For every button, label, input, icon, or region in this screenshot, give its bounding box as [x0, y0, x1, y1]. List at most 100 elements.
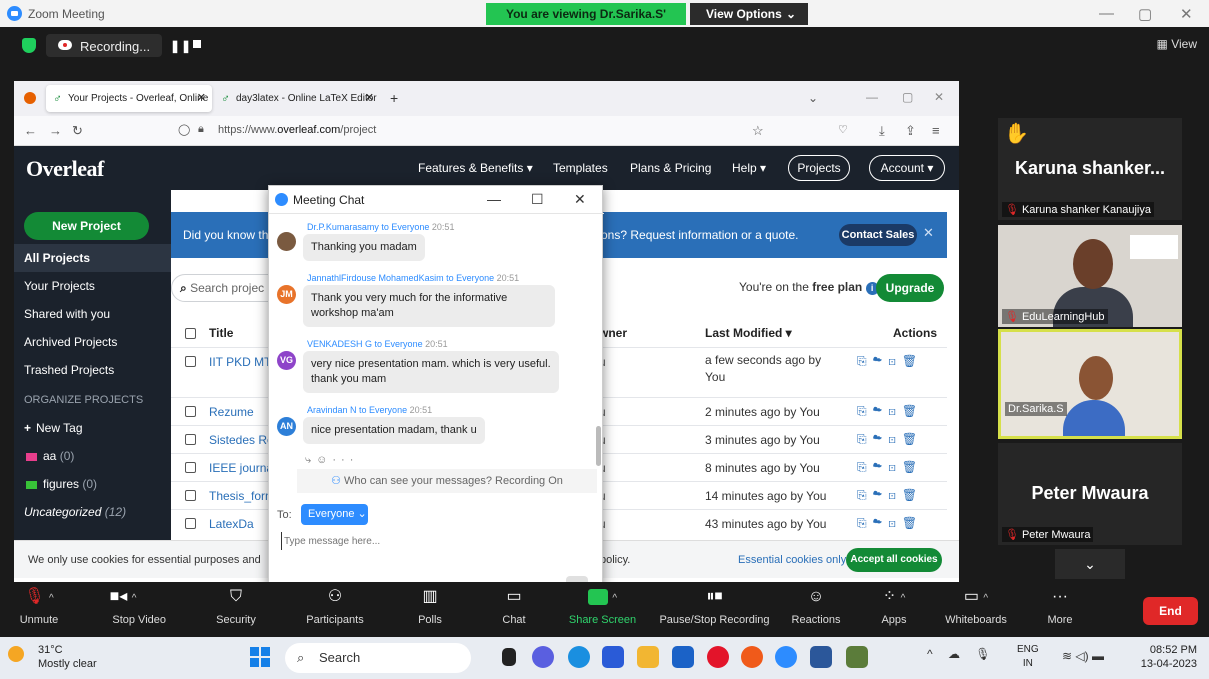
taskbar-clock[interactable]: 08:52 PM 13-04-2023	[1135, 643, 1197, 671]
row-checkbox[interactable]	[185, 518, 196, 529]
share-icon[interactable]: ⇪	[905, 123, 916, 139]
security-button[interactable]: ⛉ Security	[205, 582, 267, 637]
mail-icon[interactable]	[672, 646, 694, 668]
active-speaker-tile[interactable]: Dr.Sarika.S	[998, 329, 1182, 439]
project-actions[interactable]: ⎘☁⊡🗑︎	[857, 516, 923, 531]
reactions-button[interactable]: ☺ Reactions	[787, 582, 845, 637]
chat-close-icon[interactable]: ✕	[574, 191, 586, 208]
chat-scrollbar[interactable]	[596, 426, 601, 466]
language-indicator[interactable]: ENG IN	[1017, 643, 1039, 671]
nav-features[interactable]: Features & Benefits ▾	[418, 161, 533, 175]
apps-button[interactable]: ⁘ ^ Apps	[870, 582, 918, 637]
nav-help[interactable]: Help ▾	[732, 161, 766, 175]
tag-item-aa[interactable]: aa (0)	[14, 442, 171, 470]
pause-stop-recording-button[interactable]: ⏸⏹ Pause/Stop Recording	[652, 582, 777, 637]
taskbar-search[interactable]: ⌕ Search	[285, 643, 471, 673]
row-checkbox[interactable]	[185, 434, 196, 445]
minimize-icon[interactable]: —	[1099, 5, 1114, 22]
sidebar-item-your-projects[interactable]: Your Projects	[14, 272, 171, 300]
project-title-link[interactable]: Sistedes Re	[209, 433, 274, 447]
project-actions[interactable]: ⎘☁⊡🗑︎	[857, 432, 923, 447]
stop-video-button[interactable]: ■◂ ^ Stop Video	[68, 582, 178, 637]
recipient-dropdown[interactable]: Everyone ⌄	[301, 504, 368, 525]
tab-day3latex[interactable]: ♂ day3latex - Online LaTeX Editor ✕	[214, 85, 380, 112]
tab-list-icon[interactable]: ⌄	[808, 91, 818, 105]
uncategorized-item[interactable]: Uncategorized (12)	[14, 498, 171, 526]
new-tag-button[interactable]: + New Tag	[14, 414, 171, 442]
row-checkbox[interactable]	[185, 490, 196, 501]
tag-item-figures[interactable]: figures (0)	[14, 470, 171, 498]
end-meeting-button[interactable]: End	[1143, 597, 1198, 625]
view-options-button[interactable]: View Options ⌄	[690, 3, 808, 25]
dismiss-banner-icon[interactable]: ✕	[923, 225, 934, 241]
back-icon[interactable]: ←	[24, 123, 37, 138]
file-explorer-icon[interactable]	[637, 646, 659, 668]
chat-button[interactable]: ▭ Chat	[492, 582, 536, 637]
zoom-taskbar-icon[interactable]	[775, 646, 797, 668]
row-checkbox[interactable]	[185, 406, 196, 417]
project-title-link[interactable]: IEEE journa	[209, 461, 273, 475]
browser-minimize-icon[interactable]: —	[866, 90, 878, 104]
bookmark-star-icon[interactable]: ☆	[752, 123, 764, 139]
message-tools[interactable]: ⤷☺···	[305, 454, 358, 467]
column-last-modified[interactable]: Last Modified ▾	[705, 326, 792, 340]
cookie-policy-link[interactable]: policy.	[600, 554, 630, 566]
participants-button[interactable]: ⚇ Participants	[295, 582, 375, 637]
word-icon[interactable]	[810, 646, 832, 668]
expand-participants-button[interactable]: ⌄	[1055, 549, 1125, 579]
stop-recording-button[interactable]	[193, 40, 201, 48]
task-view-icon[interactable]	[502, 648, 516, 666]
firefox-taskbar-icon[interactable]	[741, 646, 763, 668]
sidebar-item-shared[interactable]: Shared with you	[14, 300, 171, 328]
browser-restore-icon[interactable]: ▢	[902, 90, 913, 104]
start-windows-icon[interactable]	[250, 647, 270, 667]
close-tab-icon[interactable]: ✕	[365, 85, 374, 112]
pocket-icon[interactable]: ♡	[838, 123, 848, 136]
participant-video-tile[interactable]: 🎙︎ EduLearningHub	[998, 225, 1182, 327]
polls-button[interactable]: ▥ Polls	[410, 582, 450, 637]
participant-tile[interactable]: Peter Mwaura 🎙︎ Peter Mwaura	[998, 443, 1182, 545]
chat-message-input[interactable]	[281, 532, 591, 550]
view-button[interactable]: ▦ View	[1157, 37, 1197, 51]
sidebar-item-all-projects[interactable]: All Projects	[14, 244, 171, 272]
column-title[interactable]: Title	[209, 326, 233, 340]
app-icon[interactable]	[846, 646, 868, 668]
project-title-link[interactable]: IIT PKD MT	[209, 355, 271, 369]
url-field[interactable]: https://www.overleaf.com/project	[218, 124, 376, 136]
chat-minimize-icon[interactable]: —	[487, 191, 501, 207]
project-title-link[interactable]: Thesis_form	[209, 489, 275, 503]
store-icon[interactable]	[602, 646, 624, 668]
overleaf-logo[interactable]: Overleaf	[26, 156, 104, 182]
close-tab-icon[interactable]: ✕	[197, 85, 206, 112]
browser-close-icon[interactable]: ✕	[934, 90, 944, 104]
accept-all-cookies-button[interactable]: Accept all cookies	[846, 548, 942, 572]
meet-chat-icon[interactable]	[532, 646, 554, 668]
chat-maximize-icon[interactable]: ☐	[531, 191, 544, 208]
wifi-volume-battery-icons[interactable]: ≋ ◁) ▬	[1062, 649, 1104, 663]
sidebar-item-archived[interactable]: Archived Projects	[14, 328, 171, 356]
sidebar-item-trashed[interactable]: Trashed Projects	[14, 356, 171, 384]
opera-icon[interactable]	[707, 646, 729, 668]
more-button[interactable]: ··· More	[1040, 582, 1080, 637]
menu-icon[interactable]: ≡	[932, 123, 940, 138]
pause-recording-button[interactable]: ❚❚	[170, 39, 192, 53]
projects-button[interactable]: Projects	[788, 155, 850, 181]
account-button[interactable]: Account ▾	[869, 155, 945, 181]
new-tab-icon[interactable]: +	[390, 90, 398, 106]
project-actions[interactable]: ⎘☁⊡🗑︎	[857, 488, 923, 503]
participant-tile[interactable]: ✋ Karuna shanker... 🎙︎ Karuna shanker Kan…	[998, 118, 1182, 220]
who-can-see-notice[interactable]: ⚇ Who can see your messages? Recording O…	[297, 469, 597, 493]
nav-templates[interactable]: Templates	[553, 161, 608, 175]
project-actions[interactable]: ⎘☁⊡🗑︎	[857, 404, 923, 419]
upgrade-button[interactable]: Upgrade	[876, 274, 944, 302]
column-owner[interactable]: wner	[599, 326, 627, 340]
project-search-input[interactable]: ⌕ Search projec	[171, 274, 283, 302]
whiteboards-button[interactable]: ▭ ^ Whiteboards	[940, 582, 1012, 637]
project-actions[interactable]: ⎘☁⊡🗑︎	[857, 460, 923, 475]
restore-icon[interactable]: ▢	[1138, 5, 1152, 23]
project-title-link[interactable]: Rezume	[209, 405, 254, 419]
forward-icon[interactable]: →	[49, 123, 62, 138]
share-screen-button[interactable]: ^ Share Screen	[565, 582, 640, 637]
reload-icon[interactable]: ↻	[72, 123, 83, 139]
project-title-link[interactable]: LatexDa	[209, 517, 254, 531]
